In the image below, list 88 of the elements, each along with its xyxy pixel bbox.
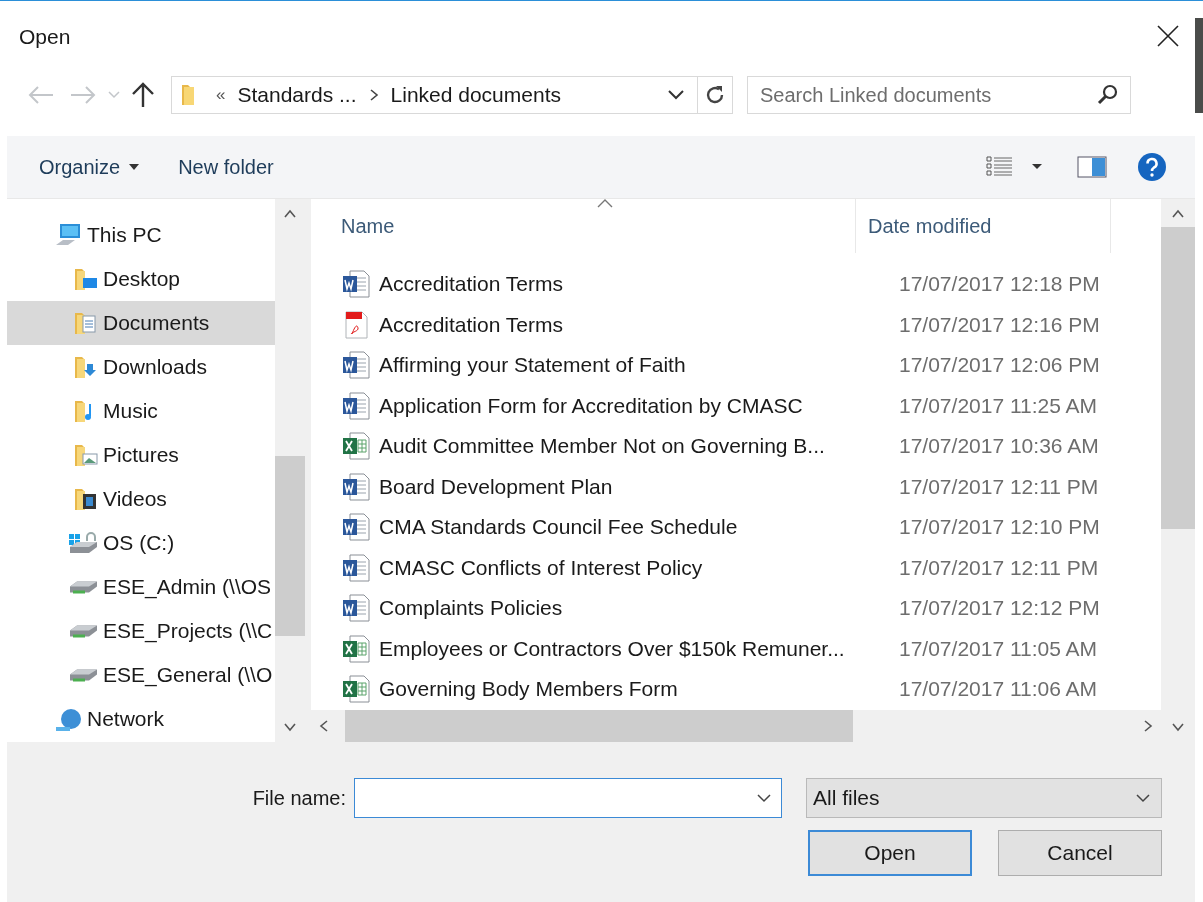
nav-item[interactable]: Videos bbox=[7, 477, 275, 521]
word-document-icon bbox=[341, 593, 371, 624]
chevron-up-icon[interactable] bbox=[1171, 209, 1185, 219]
nav-item[interactable]: Network bbox=[7, 697, 275, 741]
date-cell: 17/07/2017 12:18 PM bbox=[899, 272, 1100, 297]
chevron-right-icon[interactable] bbox=[1143, 719, 1153, 733]
nav-item[interactable]: This PC bbox=[7, 213, 275, 257]
spreadsheet-icon bbox=[341, 431, 371, 462]
organize-button[interactable]: Organize bbox=[27, 149, 153, 185]
computer-icon bbox=[55, 223, 83, 247]
overflow-chevron[interactable]: « bbox=[216, 85, 226, 105]
nav-item[interactable]: Desktop bbox=[7, 257, 275, 301]
date-cell: 17/07/2017 11:05 AM bbox=[899, 636, 1098, 661]
breadcrumb[interactable]: Standards ... bbox=[237, 83, 357, 107]
file-name[interactable]: Accreditation Terms bbox=[379, 312, 564, 337]
chevron-left-icon[interactable] bbox=[319, 719, 329, 733]
cancel-button[interactable]: Cancel bbox=[998, 830, 1162, 876]
date-cell: 17/07/2017 12:11 PM bbox=[899, 474, 1099, 499]
globe-icon bbox=[55, 707, 83, 731]
caret-icon bbox=[128, 163, 141, 171]
close-icon bbox=[1157, 24, 1179, 47]
spreadsheet-icon bbox=[341, 674, 371, 705]
word-document-icon bbox=[341, 269, 371, 300]
file-type-dropdown[interactable]: All files bbox=[806, 778, 1162, 818]
chevron-down-icon[interactable] bbox=[1171, 722, 1185, 732]
nav-item[interactable]: Music bbox=[7, 389, 275, 433]
chevron-up-icon[interactable] bbox=[283, 209, 297, 219]
nav-item[interactable]: Documents bbox=[7, 301, 275, 345]
word-document-icon bbox=[341, 471, 371, 502]
chevron-down-icon bbox=[107, 90, 121, 100]
file-name-field[interactable] bbox=[354, 778, 782, 818]
file-name[interactable]: Audit Committee Member Not on Governing B... bbox=[379, 434, 825, 459]
file-name[interactable]: Governing Body Members Form bbox=[379, 677, 678, 702]
help-icon bbox=[1137, 152, 1167, 182]
file-name[interactable]: Application Form for Accreditation by CMASC bbox=[379, 393, 803, 418]
folder-icon bbox=[73, 266, 99, 292]
word-document-icon bbox=[341, 350, 371, 381]
file-name[interactable]: Board Development Plan bbox=[379, 474, 613, 499]
column-header[interactable]: Name bbox=[311, 199, 856, 253]
word-document-icon bbox=[341, 512, 371, 543]
date-cell: 17/07/2017 12:06 PM bbox=[899, 353, 1100, 378]
date-cell: 17/07/2017 11:06 AM bbox=[899, 677, 1098, 702]
folder-icon bbox=[73, 310, 99, 336]
date-cell: 17/07/2017 12:16 PM bbox=[899, 312, 1100, 337]
breadcrumb[interactable]: Linked documents bbox=[390, 83, 561, 107]
date-cell: 17/07/2017 10:36 AM bbox=[899, 434, 1099, 459]
folder-icon bbox=[73, 486, 99, 512]
network-drive-icon bbox=[67, 667, 99, 683]
chevron-down-icon[interactable] bbox=[756, 793, 772, 803]
file-name[interactable]: Employees or Contractors Over $150k Remuner... bbox=[379, 636, 845, 661]
nav-item[interactable]: Pictures bbox=[7, 433, 275, 477]
nav-item[interactable]: Downloads bbox=[7, 345, 275, 389]
nav-item[interactable]: OS (C:) bbox=[7, 521, 275, 565]
network-drive-icon bbox=[67, 623, 99, 639]
date-cell: 17/07/2017 12:11 PM bbox=[899, 555, 1099, 580]
file-name[interactable]: Complaints Policies bbox=[379, 596, 563, 621]
file-name[interactable]: CMASC Conflicts of Interest Policy bbox=[379, 555, 703, 580]
file-name[interactable]: Affirming your Statement of Faith bbox=[379, 353, 686, 378]
column-header[interactable]: Date modified bbox=[856, 199, 1111, 253]
preview-pane-icon bbox=[1077, 156, 1107, 178]
spreadsheet-icon bbox=[341, 633, 371, 664]
open-button[interactable]: Open bbox=[808, 830, 972, 876]
nav-item[interactable]: ESE_General (\\O bbox=[7, 653, 275, 697]
file-name-label: File name: bbox=[252, 786, 346, 810]
chevron-down-icon[interactable] bbox=[283, 722, 297, 732]
network-drive-icon bbox=[67, 579, 99, 595]
search-icon bbox=[1097, 84, 1119, 106]
chevron-down-icon[interactable] bbox=[667, 89, 685, 101]
scrollbar[interactable] bbox=[1161, 199, 1195, 742]
date-cell: 17/07/2017 11:25 AM bbox=[899, 393, 1098, 418]
refresh-icon bbox=[704, 84, 726, 106]
window-title: Open bbox=[19, 25, 71, 49]
file-name[interactable]: CMA Standards Council Fee Schedule bbox=[379, 515, 738, 540]
new-folder-button[interactable]: New folder bbox=[166, 149, 286, 185]
drive-icon bbox=[67, 531, 99, 555]
nav-item[interactable]: ESE_Projects (\\C bbox=[7, 609, 275, 653]
nav-item[interactable]: ESE_Admin (\\OS bbox=[7, 565, 275, 609]
date-cell: 17/07/2017 12:10 PM bbox=[899, 515, 1100, 540]
search-field[interactable]: Search Linked documents bbox=[747, 76, 1131, 114]
word-document-icon bbox=[341, 552, 371, 583]
date-cell: 17/07/2017 12:12 PM bbox=[899, 596, 1100, 621]
folder-icon bbox=[73, 442, 99, 468]
folder-icon bbox=[73, 354, 99, 380]
chevron-down-icon bbox=[1135, 793, 1151, 803]
address-bar[interactable]: « Standards ... Linked documents bbox=[171, 76, 733, 114]
word-document-icon bbox=[341, 390, 371, 421]
chevron-right-icon bbox=[368, 88, 379, 102]
file-name[interactable]: Accreditation Terms bbox=[379, 272, 564, 297]
